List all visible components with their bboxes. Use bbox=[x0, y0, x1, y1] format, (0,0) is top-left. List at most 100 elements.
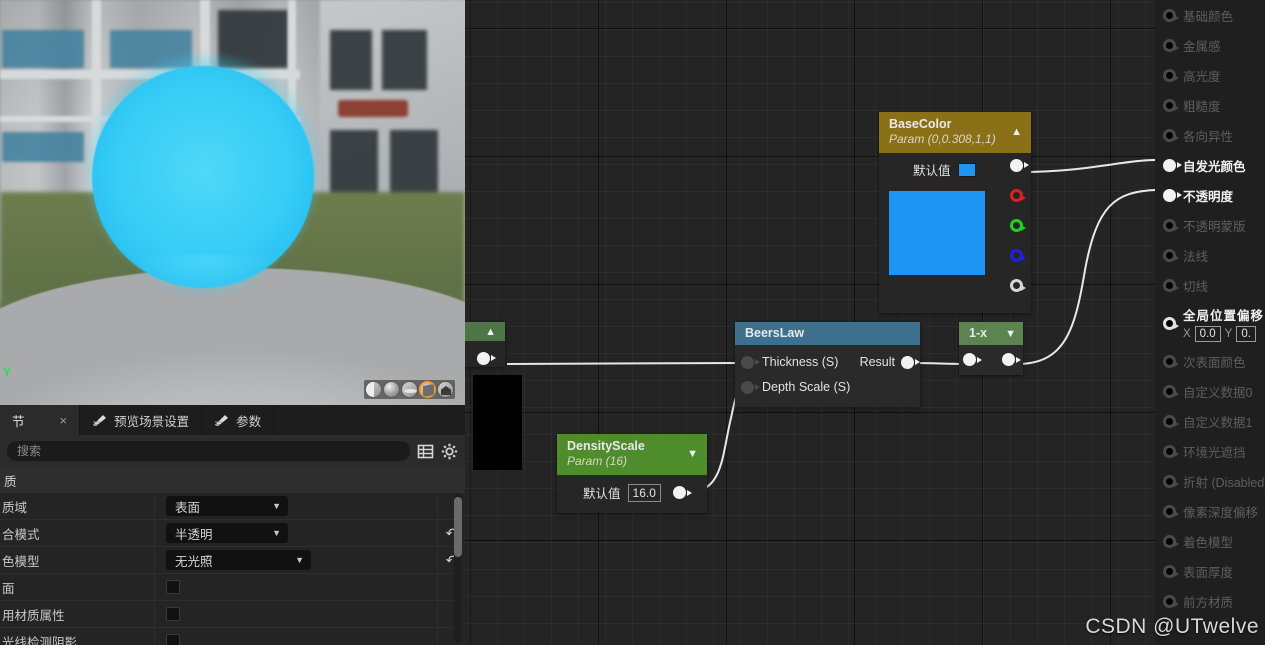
property-row-two-sided[interactable]: 面 bbox=[0, 574, 465, 601]
graph-node-densityscale[interactable]: DensityScale Param (16) ▼ 默认值 16.0 bbox=[557, 434, 707, 513]
result-row-surface-thickness[interactable]: 表面厚度 bbox=[1155, 556, 1265, 586]
result-row-refraction[interactable]: 折射 (Disabled) bbox=[1155, 466, 1265, 496]
details-scrollbar-thumb[interactable] bbox=[454, 497, 462, 557]
material-result-node[interactable]: 基础颜色 金属感 高光度 粗糙度 各向异性 自发光颜色 不透明度 不透明蒙版 法… bbox=[1155, 0, 1265, 645]
viewport-preview-shape-toolbar[interactable] bbox=[364, 380, 455, 399]
result-pin[interactable] bbox=[1163, 594, 1179, 608]
result-row-pixel-depth-offset[interactable]: 像素深度偏移 bbox=[1155, 496, 1265, 526]
result-row-ambient-occlusion[interactable]: 环境光遮挡 bbox=[1155, 436, 1265, 466]
output-pin-result[interactable] bbox=[1002, 353, 1021, 366]
input-pin-thickness[interactable] bbox=[741, 355, 760, 369]
material-node-graph[interactable]: ▲ BaseColor Param (0,0.308,1,1) ▲ 默认值 Be… bbox=[465, 0, 1265, 645]
result-row-custom-data-1[interactable]: 自定义数据1 bbox=[1155, 406, 1265, 436]
tab-preview-scene-settings[interactable]: 预览场景设置 bbox=[80, 405, 203, 435]
color-swatch-small[interactable] bbox=[957, 162, 976, 177]
node-header[interactable]: BaseColor Param (0,0.308,1,1) ▲ bbox=[879, 112, 1031, 153]
result-row-opacity[interactable]: 不透明度 bbox=[1155, 180, 1265, 210]
result-row-custom-data-0[interactable]: 自定义数据0 bbox=[1155, 376, 1265, 406]
property-value[interactable] bbox=[155, 601, 437, 627]
result-row-emissive-color[interactable]: 自发光颜色 bbox=[1155, 150, 1265, 180]
result-pin[interactable] bbox=[1163, 534, 1179, 548]
property-value[interactable]: 表面 ▼ bbox=[155, 493, 437, 519]
result-pin[interactable] bbox=[1163, 316, 1179, 330]
result-row-base-color[interactable]: 基础颜色 bbox=[1155, 0, 1265, 30]
property-row-material-domain[interactable]: 质域 表面 ▼ bbox=[0, 493, 465, 520]
gpo-y-input[interactable]: 0. bbox=[1236, 325, 1256, 342]
grid-view-icon[interactable] bbox=[417, 443, 434, 460]
output-pin-value[interactable] bbox=[672, 486, 692, 500]
property-row-cast-ray-traced-shadows[interactable]: 光线检测阴影 bbox=[0, 628, 465, 645]
tab-details[interactable]: 节 × bbox=[0, 405, 81, 435]
result-pin[interactable] bbox=[1163, 38, 1179, 52]
blend-mode-dropdown[interactable]: 半透明 ▼ bbox=[166, 523, 288, 543]
output-pin-rgba[interactable] bbox=[1010, 158, 1029, 172]
graph-node-partial-left[interactable]: ▲ bbox=[465, 322, 505, 367]
result-pin-connected[interactable] bbox=[1163, 188, 1182, 202]
chevron-up-icon[interactable]: ▲ bbox=[485, 326, 496, 338]
node-header[interactable]: BeersLaw bbox=[735, 322, 920, 346]
result-row-normal[interactable]: 法线 bbox=[1155, 240, 1265, 270]
result-row-global-position-offset[interactable]: 全局位置偏移 X 0.0 Y 0. bbox=[1155, 300, 1265, 346]
property-row-blend-mode[interactable]: 合模式 半透明 ▼ ↶ bbox=[0, 520, 465, 547]
shading-model-dropdown[interactable]: 无光照 ▼ bbox=[166, 550, 311, 570]
result-pin[interactable] bbox=[1163, 8, 1179, 22]
chevron-down-icon[interactable]: ▼ bbox=[687, 448, 698, 460]
result-row-roughness[interactable]: 粗糙度 bbox=[1155, 90, 1265, 120]
color-swatch-preview[interactable] bbox=[889, 190, 985, 275]
result-pin[interactable] bbox=[1163, 128, 1179, 142]
result-row-anisotropy[interactable]: 各向异性 bbox=[1155, 120, 1265, 150]
output-pin-r[interactable] bbox=[1010, 188, 1026, 202]
result-pin[interactable] bbox=[1163, 564, 1179, 578]
property-value[interactable] bbox=[155, 574, 437, 600]
result-pin[interactable] bbox=[1163, 98, 1179, 112]
material-domain-dropdown[interactable]: 表面 ▼ bbox=[166, 496, 288, 516]
result-row-shading-model[interactable]: 着色模型 bbox=[1155, 526, 1265, 556]
preview-shape-custom-icon[interactable] bbox=[437, 381, 454, 398]
input-pin-depth-scale[interactable] bbox=[741, 380, 760, 394]
property-value[interactable]: 无光照 ▼ bbox=[155, 547, 437, 573]
default-value-field[interactable]: 16.0 bbox=[627, 483, 661, 502]
tab-parameters[interactable]: 参数 bbox=[202, 405, 275, 435]
search-input[interactable] bbox=[7, 441, 410, 461]
chevron-down-icon[interactable]: ▼ bbox=[1005, 328, 1016, 340]
graph-node-basecolor[interactable]: BaseColor Param (0,0.308,1,1) ▲ 默认值 bbox=[879, 112, 1031, 313]
property-row-shading-model[interactable]: 色模型 无光照 ▼ ↶ bbox=[0, 547, 465, 574]
settings-gear-icon[interactable] bbox=[441, 443, 458, 460]
node-header[interactable]: 1-x ▼ bbox=[959, 322, 1023, 345]
result-row-metallic[interactable]: 金属感 bbox=[1155, 30, 1265, 60]
property-value[interactable]: 半透明 ▼ bbox=[155, 520, 437, 546]
node-header[interactable]: DensityScale Param (16) ▼ bbox=[557, 434, 707, 475]
result-row-opacity-mask[interactable]: 不透明蒙版 bbox=[1155, 210, 1265, 240]
preview-viewport[interactable]: Y bbox=[0, 0, 465, 405]
result-row-tangent[interactable]: 切线 bbox=[1155, 270, 1265, 300]
preview-shape-cylinder-half-icon[interactable] bbox=[365, 381, 382, 398]
result-pin[interactable] bbox=[1163, 474, 1179, 488]
result-pin-connected[interactable] bbox=[1163, 158, 1182, 172]
output-pin-g[interactable] bbox=[1010, 218, 1026, 232]
gpo-x-input[interactable]: 0.0 bbox=[1194, 325, 1221, 342]
graph-node-beerslaw[interactable]: BeersLaw Thickness (S) Result Depth Scal… bbox=[735, 322, 920, 408]
chevron-up-icon[interactable]: ▲ bbox=[1011, 126, 1022, 138]
result-pin[interactable] bbox=[1163, 218, 1179, 232]
result-pin[interactable] bbox=[1163, 354, 1179, 368]
details-property-list[interactable]: 质 质域 表面 ▼ 合模式 半透明 ▼ ↶ 色模型 无光照 ▼ ↶ 面 用材质属… bbox=[0, 467, 465, 645]
result-row-front-material[interactable]: 前方材质 bbox=[1155, 586, 1265, 616]
two-sided-checkbox[interactable] bbox=[166, 580, 180, 594]
cast-ray-traced-shadows-checkbox[interactable] bbox=[166, 634, 180, 645]
close-icon[interactable]: × bbox=[60, 414, 68, 427]
input-pin-x[interactable] bbox=[963, 353, 982, 366]
result-pin[interactable] bbox=[1163, 414, 1179, 428]
result-pin[interactable] bbox=[1163, 68, 1179, 82]
output-pin-b[interactable] bbox=[1010, 248, 1026, 262]
output-pin-result[interactable] bbox=[901, 355, 920, 369]
result-row-specular[interactable]: 高光度 bbox=[1155, 60, 1265, 90]
graph-node-one-minus-x[interactable]: 1-x ▼ bbox=[959, 322, 1023, 375]
result-pin[interactable] bbox=[1163, 278, 1179, 292]
preview-shape-cube-icon[interactable] bbox=[419, 381, 436, 398]
property-row-use-material-attributes[interactable]: 用材质属性 bbox=[0, 601, 465, 628]
result-pin[interactable] bbox=[1163, 248, 1179, 262]
preview-shape-sphere-icon[interactable] bbox=[383, 381, 400, 398]
property-value[interactable] bbox=[155, 628, 437, 645]
node-output-pin[interactable] bbox=[477, 351, 496, 365]
output-pin-a[interactable] bbox=[1010, 278, 1026, 292]
